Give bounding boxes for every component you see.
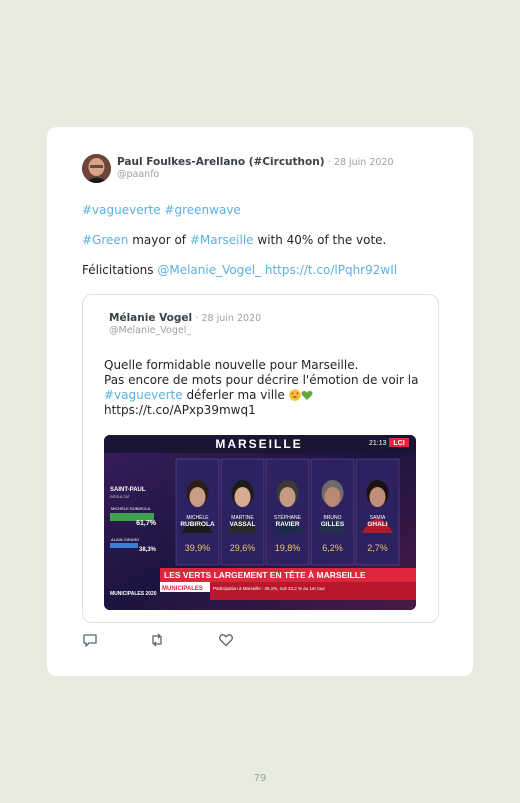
quote-author-line: Mélanie Vogel · 28 juin 2020 xyxy=(109,312,261,324)
media-ticker: Participation à Marseille : 28,1%, soit … xyxy=(213,586,326,591)
candidate-last-name: GILLES xyxy=(321,521,345,528)
quote-text-line: #vagueverte déferler ma ville xyxy=(104,388,313,402)
candidate-percent: 6,2% xyxy=(322,543,343,553)
quote-url[interactable]: https://t.co/APxp39mwq1 xyxy=(104,403,256,417)
candidate-percent: 19,8% xyxy=(275,543,301,553)
heart-eyes-emoji-icon xyxy=(288,389,301,401)
tweet-text: Félicitations xyxy=(82,263,158,277)
green-heart-icon xyxy=(301,390,313,400)
retweet-icon[interactable] xyxy=(149,632,165,648)
quote-date[interactable]: · 28 juin 2020 xyxy=(195,313,261,324)
tweet-text: mayor of xyxy=(128,233,190,247)
tweet-text-line: #Green mayor of #Marseille with 40% of t… xyxy=(82,233,386,247)
like-icon[interactable] xyxy=(218,632,234,648)
candidate-face xyxy=(369,487,386,507)
media-headline: LES VERTS LARGEMENT EN TÊTE À MARSEILLE xyxy=(164,569,366,580)
side-title: SAINT-PAUL xyxy=(110,487,146,493)
side-c1-name: MICHÈLE RUBIROLA xyxy=(111,506,151,511)
candidate-face xyxy=(279,487,296,507)
quoted-tweet[interactable]: Mélanie Vogel · 28 juin 2020 @Melanie_Vo… xyxy=(82,294,439,623)
candidate-face xyxy=(189,487,206,507)
author-avatar[interactable] xyxy=(82,154,111,183)
candidate-face xyxy=(234,487,251,507)
side-c2-pct: 38,3% xyxy=(139,547,157,553)
quote-author-name[interactable]: Mélanie Vogel xyxy=(109,312,192,324)
tv-screenshot: MARSEILLE 21:13 LCI SAINT-PAUL RÉSULTAT … xyxy=(104,435,416,610)
hashtag-green[interactable]: #Green xyxy=(82,233,128,247)
page-number: 79 xyxy=(253,773,267,784)
mention-link[interactable]: @Melanie_Vogel_ xyxy=(157,263,261,277)
candidate-first-name: MICHÈLE xyxy=(186,514,209,521)
hashtag-vagueverte[interactable]: #vagueverte xyxy=(104,388,183,402)
author-handle[interactable]: @paanfo xyxy=(117,169,159,180)
quote-text: Pas encore de mots pour décrire l'émotio… xyxy=(104,373,419,387)
tweet-media-image[interactable]: MARSEILLE 21:13 LCI SAINT-PAUL RÉSULTAT … xyxy=(104,435,416,610)
reply-icon[interactable] xyxy=(82,632,98,648)
media-clock: 21:13 xyxy=(369,440,387,447)
candidate-last-name: GHALI xyxy=(367,521,387,528)
tweet-text-line: Félicitations @Melanie_Vogel_ https://t.… xyxy=(82,263,397,277)
tweet-date[interactable]: · 28 juin 2020 xyxy=(328,157,394,168)
side-c1-pct: 61,7% xyxy=(136,520,157,527)
media-city-title: MARSEILLE xyxy=(215,437,302,451)
quote-text: Quelle formidable nouvelle pour Marseill… xyxy=(104,358,359,372)
candidate-percent: 2,7% xyxy=(367,543,388,553)
author-line: Paul Foulkes-Arellano (#Circuthon) · 28 … xyxy=(117,156,394,168)
candidate-last-name: RAVIER xyxy=(275,521,299,528)
candidate-first-name: STÉPHANE xyxy=(274,514,302,521)
media-tag: MUNICIPALES xyxy=(162,586,203,592)
media-channel-logo: LCI xyxy=(393,440,404,447)
quote-text: déferler ma ville xyxy=(182,388,289,402)
side-subtitle: RÉSULTAT xyxy=(110,494,131,499)
media-logo: MUNICIPALES 2020 xyxy=(110,591,157,597)
author-name[interactable]: Paul Foulkes-Arellano (#Circuthon) xyxy=(117,156,325,168)
quote-handle[interactable]: @Melanie_Vogel_ xyxy=(109,325,191,336)
candidate-last-name: VASSAL xyxy=(230,521,256,528)
candidate-percent: 29,6% xyxy=(230,543,256,553)
tweet-hashtags[interactable]: #vagueverte #greenwave xyxy=(82,203,241,217)
candidate-face xyxy=(324,487,341,507)
tweet-url[interactable]: https://t.co/lPqhr92wIl xyxy=(261,263,397,277)
tweet-text: with 40% of the vote. xyxy=(253,233,387,247)
hashtag-marseille[interactable]: #Marseille xyxy=(190,233,254,247)
candidate-percent: 39,9% xyxy=(185,543,211,553)
side-c2-name: ALAIN GIRARD xyxy=(111,537,139,542)
tweet-card: Paul Foulkes-Arellano (#Circuthon) · 28 … xyxy=(47,127,473,676)
candidate-last-name: RUBIROLA xyxy=(180,521,215,528)
